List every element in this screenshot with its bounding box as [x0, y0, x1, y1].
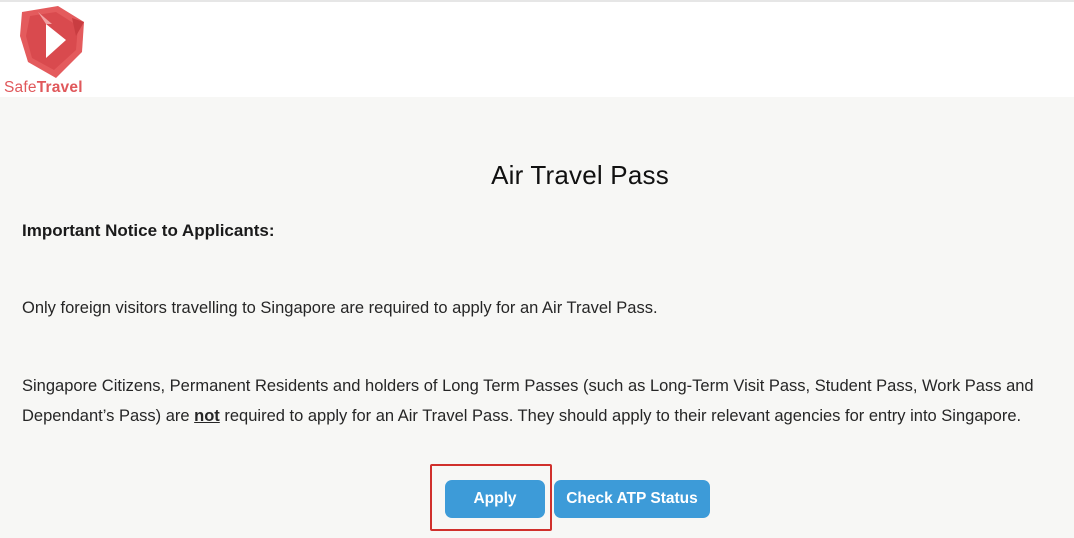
notice-paragraph-exemptions: Singapore Citizens, Permanent Residents … [22, 371, 1067, 431]
notice-heading: Important Notice to Applicants: [22, 221, 275, 240]
exemptions-emphasis: not [194, 407, 220, 425]
check-atp-status-button[interactable]: Check ATP Status [554, 480, 710, 518]
safetravel-logo[interactable]: SafeTravel [4, 6, 96, 98]
brand-wordmark: SafeTravel [4, 79, 83, 97]
brand-name-safe: Safe [4, 79, 37, 96]
play-shield-icon [20, 6, 84, 78]
notice-paragraph-visitors: Only foreign visitors travelling to Sing… [22, 299, 658, 317]
brand-name-travel: Travel [36, 79, 83, 96]
main-content: Air Travel Pass Important Notice to Appl… [0, 97, 1074, 538]
site-header: SafeTravel [0, 2, 1074, 97]
exemptions-text-end: required to apply for an Air Travel Pass… [219, 407, 1022, 425]
apply-button[interactable]: Apply [445, 480, 545, 518]
page-title: Air Travel Pass [491, 160, 669, 190]
